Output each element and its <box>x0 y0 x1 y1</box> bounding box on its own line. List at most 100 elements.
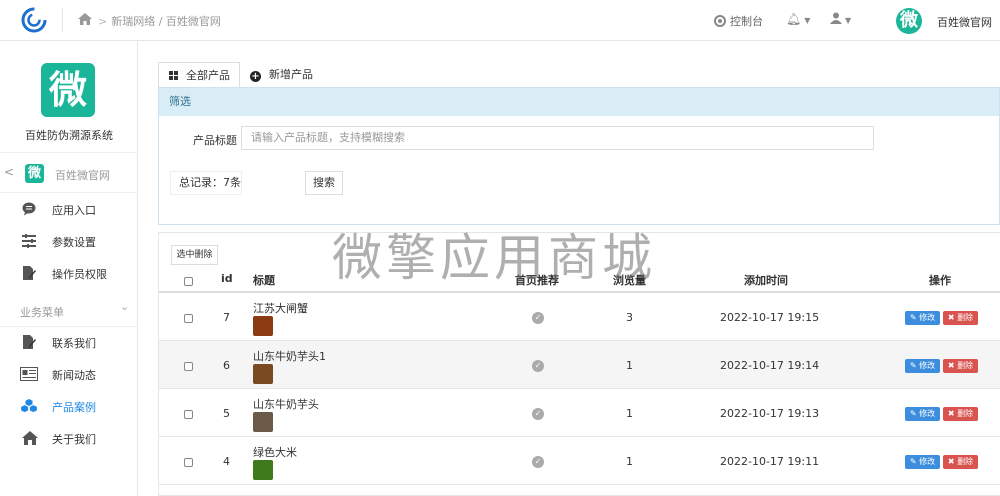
chevron-left-icon[interactable]: < <box>4 165 14 179</box>
row-id: 7 <box>223 311 230 324</box>
close-icon: ✖ <box>947 457 955 466</box>
sidebar-item-permissions[interactable]: 操作员权限 <box>0 258 138 288</box>
column-header-title[interactable]: 标题 <box>253 272 275 288</box>
product-table: 选中删除 id 标题 首页推荐 浏览量 添加时间 操作 7 江苏大闸蟹 ✓ 3 … <box>158 232 1000 496</box>
top-bar: > 新瑞网络 / 百姓微官网 控制台 🔔︎ ▼ ▼ 微 百姓微官网 <box>0 0 1000 41</box>
check-circle-icon[interactable]: ✓ <box>532 408 544 420</box>
sidebar-item-about[interactable]: 关于我们 <box>0 423 138 453</box>
check-circle-icon[interactable]: ✓ <box>532 312 544 324</box>
delete-selected-button[interactable]: 选中删除 <box>171 245 218 265</box>
row-title[interactable]: 江苏大闸蟹 <box>253 300 308 316</box>
doc-edit-icon <box>23 335 36 349</box>
home-icon <box>22 431 38 445</box>
edit-button[interactable]: ✎ 修改 <box>905 311 940 325</box>
filter-panel: 筛选 产品标题 请输入产品标题，支持模糊搜索 总记录：7条 搜索 <box>158 87 1000 225</box>
row-time: 2022-10-17 19:13 <box>720 407 820 420</box>
table-row: 7 江苏大闸蟹 ✓ 3 2022-10-17 19:15 ✎ 修改 ✖ 删除 <box>159 293 1000 341</box>
edit-button[interactable]: ✎ 修改 <box>905 455 940 469</box>
sidebar-item-label: 应用入口 <box>52 204 96 217</box>
edit-button[interactable]: ✎ 修改 <box>905 359 940 373</box>
group-title[interactable]: 业务菜单 <box>20 304 64 320</box>
total-count: 总记录：7条 <box>170 171 242 195</box>
select-all-checkbox[interactable] <box>184 277 193 286</box>
check-circle-icon[interactable]: ✓ <box>532 456 544 468</box>
row-title[interactable]: 山东牛奶芋头 <box>253 396 319 412</box>
sidebar-item-products[interactable]: 产品案例 <box>0 391 138 421</box>
sidebar-item-contact[interactable]: 联系我们 <box>0 327 138 357</box>
product-thumbnail <box>253 364 273 384</box>
filter-header: 筛选 <box>159 88 999 116</box>
sidebar-item-label: 参数设置 <box>52 236 96 249</box>
sidebar-item-news[interactable]: 新闻动态 <box>0 359 138 389</box>
column-header-views[interactable]: 浏览量 <box>613 272 646 288</box>
title-search-input[interactable]: 请输入产品标题，支持模糊搜索 <box>241 126 874 150</box>
delete-button[interactable]: ✖ 删除 <box>943 455 978 469</box>
product-thumbnail <box>253 412 273 432</box>
row-checkbox[interactable] <box>184 362 193 371</box>
sliders-icon <box>22 234 36 248</box>
chevron-down-icon[interactable]: ⌄ <box>120 300 129 313</box>
column-header-recommend[interactable]: 首页推荐 <box>515 272 559 288</box>
app-logo-icon[interactable] <box>20 6 48 34</box>
check-circle-icon[interactable]: ✓ <box>532 360 544 372</box>
search-button[interactable]: 搜索 <box>305 171 343 195</box>
row-views: 1 <box>626 455 633 468</box>
user-icon <box>830 12 842 24</box>
user-dropdown[interactable]: ▼ <box>830 12 851 26</box>
row-checkbox[interactable] <box>184 458 193 467</box>
tab-label: 新增产品 <box>269 68 313 81</box>
row-time: 2022-10-17 19:14 <box>720 359 820 372</box>
caret-down-icon: ▼ <box>804 16 811 25</box>
notification-dropdown[interactable]: 🔔︎ ▼ <box>786 12 810 26</box>
delete-button[interactable]: ✖ 删除 <box>943 311 978 325</box>
sidebar-item-label: 操作员权限 <box>52 268 107 281</box>
column-header-time[interactable]: 添加时间 <box>744 272 788 288</box>
edit-label: 修改 <box>919 457 936 466</box>
row-id: 6 <box>223 359 230 372</box>
grid-icon <box>169 71 178 80</box>
avatar[interactable]: 微 <box>896 8 922 34</box>
table-row: 5 山东牛奶芋头 ✓ 1 2022-10-17 19:13 ✎ 修改 ✖ 删除 <box>159 389 1000 437</box>
breadcrumb-text[interactable]: 新瑞网络 / 百姓微官网 <box>111 15 221 28</box>
edit-label: 修改 <box>919 361 936 370</box>
home-icon[interactable] <box>77 11 93 27</box>
divider <box>62 8 63 32</box>
site-switcher[interactable]: < 微 百姓微官网 <box>0 152 138 193</box>
caret-down-icon: ▼ <box>845 16 852 25</box>
edit-label: 修改 <box>919 313 936 322</box>
edit-icon: ✎ <box>909 361 917 370</box>
newspaper-icon <box>20 367 38 381</box>
edit-icon: ✎ <box>909 313 917 322</box>
delete-label: 删除 <box>957 313 974 322</box>
delete-label: 删除 <box>957 361 974 370</box>
row-id: 4 <box>223 455 230 468</box>
row-checkbox[interactable] <box>184 314 193 323</box>
sidebar-item-label: 关于我们 <box>52 433 96 446</box>
tab-add-product[interactable]: + 新增产品 <box>250 62 330 88</box>
table-row: 6 山东牛奶芋头1 ✓ 1 2022-10-17 19:14 ✎ 修改 ✖ 删除 <box>159 341 1000 389</box>
tab-all-products[interactable]: 全部产品 <box>158 62 240 88</box>
user-name[interactable]: 百姓微官网 <box>937 14 992 30</box>
row-views: 1 <box>626 407 633 420</box>
row-checkbox[interactable] <box>184 410 193 419</box>
edit-icon: ✎ <box>909 457 917 466</box>
row-title[interactable]: 山东牛奶芋头1 <box>253 348 326 364</box>
bell-icon: 🔔︎ <box>786 12 802 26</box>
row-views: 1 <box>626 359 633 372</box>
product-thumbnail <box>253 460 273 480</box>
delete-label: 删除 <box>957 457 974 466</box>
column-header-id[interactable]: id <box>221 272 233 285</box>
row-title[interactable]: 绿色大米 <box>253 444 297 460</box>
sidebar-item-settings[interactable]: 参数设置 <box>0 226 138 256</box>
sidebar-item-app-entry[interactable]: 应用入口 <box>0 194 138 224</box>
chevron-right-icon: > <box>98 15 108 28</box>
control-panel-label: 控制台 <box>730 15 763 28</box>
sidebar-item-label: 新闻动态 <box>52 369 96 382</box>
delete-button[interactable]: ✖ 删除 <box>943 407 978 421</box>
delete-button[interactable]: ✖ 删除 <box>943 359 978 373</box>
chat-bubble-icon <box>22 202 36 216</box>
control-panel-link[interactable]: 控制台 <box>714 13 763 29</box>
doc-edit-icon <box>23 266 36 280</box>
edit-button[interactable]: ✎ 修改 <box>905 407 940 421</box>
close-icon: ✖ <box>947 361 955 370</box>
